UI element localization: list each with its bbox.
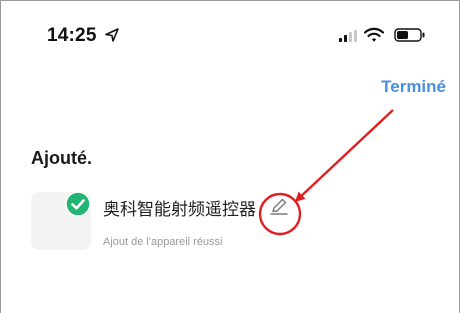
battery-icon <box>394 28 425 42</box>
app-screen: 14:25 Terminé Ajouté. 奥科智能射频遥控器 Ajout de… <box>0 0 460 313</box>
check-circle-icon <box>65 191 91 217</box>
location-arrow-icon <box>105 28 119 42</box>
device-list-item[interactable]: 奥科智能射频遥控器 Ajout de l'appareil réussi <box>31 191 431 256</box>
status-time: 14:25 <box>47 25 97 46</box>
done-button[interactable]: Terminé <box>381 77 446 97</box>
annotation-arrow <box>294 109 394 203</box>
device-status-text: Ajout de l'appareil réussi <box>103 236 223 248</box>
section-title: Ajouté. <box>31 148 92 168</box>
status-bar: 14:25 <box>0 0 460 64</box>
wifi-icon <box>364 27 384 42</box>
cellular-signal-icon <box>339 30 357 42</box>
pencil-icon[interactable] <box>269 196 289 216</box>
device-name: 奥科智能射频遥控器 <box>103 200 256 219</box>
